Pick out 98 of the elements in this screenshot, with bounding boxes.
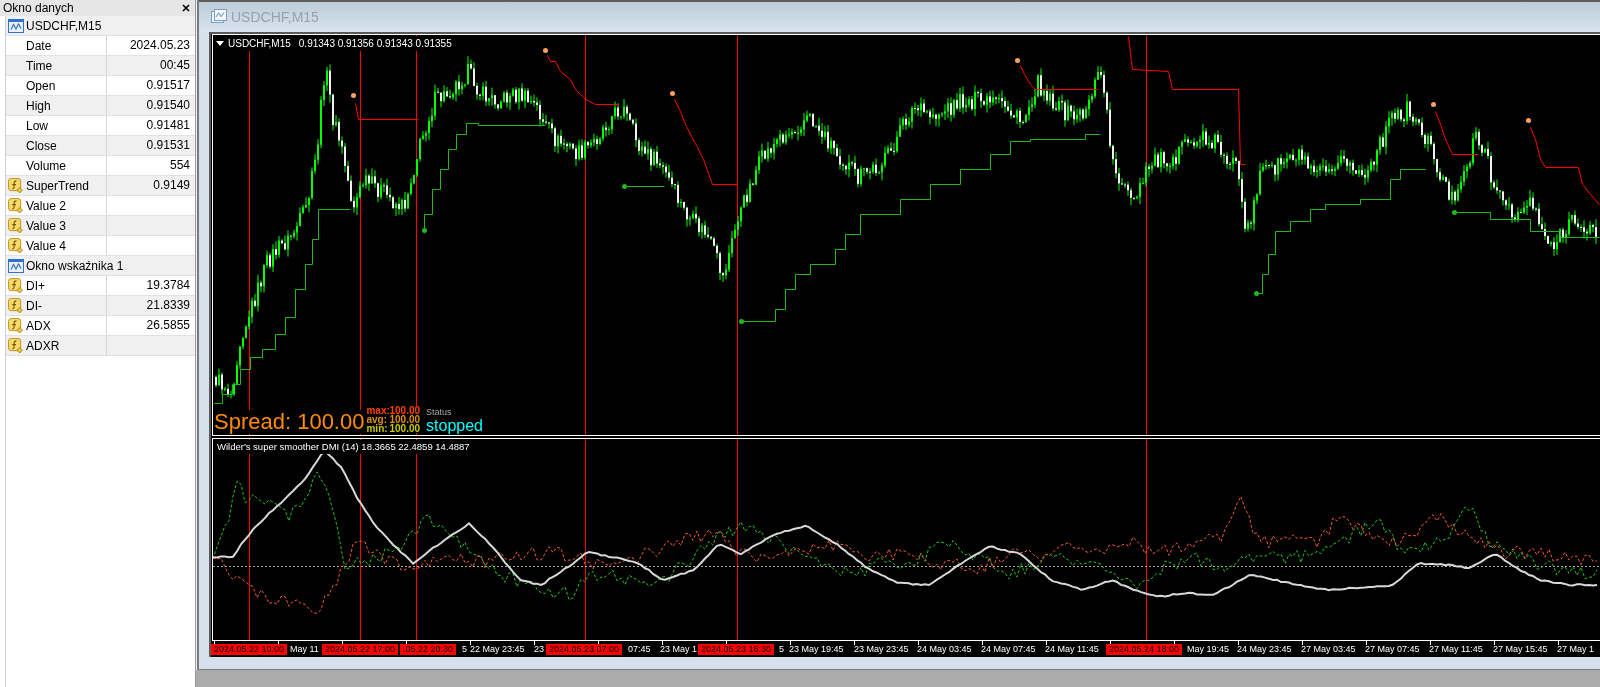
trend-dot-icon [1015,58,1020,63]
supertrend-line [1435,111,1479,155]
time-label: 23 May 23:45 [854,644,909,655]
function-icon [8,298,23,313]
time-label: 5 [779,644,784,655]
status-value: stopped [426,417,483,434]
value-cell: 26.5855 [106,316,195,335]
row-label: ADX [26,317,51,335]
time-label: 27 May 11:45 [1429,644,1483,655]
value-cell: 0.91531 [106,136,195,155]
trend-dot-icon [1526,118,1531,123]
time-marker-label: 2024.05.23 16:30 [698,644,775,655]
trend-dot-icon [422,228,427,233]
stat-value: 100.00 [389,406,421,415]
time-label: 07:45 [628,644,651,655]
row-label: SuperTrend [26,177,89,195]
supertrend-line [624,186,665,187]
price-quotes: 0.91343 0.91356 0.91343 0.91355 [298,36,452,51]
section-title: USDCHF,M15 [26,17,102,35]
trend-dot-icon [543,48,548,53]
time-label: May 11 [290,644,319,655]
chart-section-icon [8,18,24,33]
time-label: 24 May 23:45 [1237,644,1292,655]
panel-title: Okno danych [3,1,74,15]
indicator-title: Wilder's super smoother DMI (14) 18.3665 22.4859 14.4887 [217,440,470,455]
function-icon [8,338,23,353]
time-label: 27 May 07:45 [1365,644,1420,655]
section-header[interactable]: Okno wskaźnika 1 [6,256,195,276]
close-icon [182,4,190,12]
value-cell: 0.91517 [106,76,195,95]
trend-dot-icon [1431,102,1436,107]
trend-dot-icon [670,91,675,96]
trend-dot-icon [351,93,356,98]
time-label: 23 [534,644,544,655]
row-label: Volume [26,157,67,175]
section-header[interactable]: USDCHF,M15 [6,16,195,36]
time-label: 24 May 11:45 [1045,644,1099,655]
time-marker-label: 2024.05.23 07:00 [546,644,623,655]
row-label: Open [26,77,56,95]
trend-dot-icon [1254,291,1259,296]
row-label: ADXR [26,337,60,355]
value-cell: 0.91481 [106,116,195,135]
value-cell: 2024.05.23 [106,36,195,55]
time-marker-label: 2024.05.24 18:00 [1106,644,1183,655]
function-icon [8,198,23,213]
row-label: DI+ [26,277,45,295]
stat-value: 100.00 [389,424,421,433]
row-label: High [26,97,51,115]
time-marker-label: 2024.05.22 17:00 [322,644,399,655]
row-label: Value 3 [26,217,66,235]
time-label: 27 May 03:45 [1301,644,1356,655]
chart-section-icon [8,258,24,273]
function-icon [8,218,23,233]
row-label: DI- [26,297,42,315]
function-icon [8,318,23,333]
row-label: Date [26,37,52,55]
value-cell: 21.8339 [106,296,195,315]
spread-value: Spread: 100.00 [214,410,365,434]
chart-window-icon [211,9,227,25]
row-label: Time [26,57,53,75]
chart-symbol: USDCHF,M15 [228,36,291,51]
row-label: Close [26,137,57,155]
value-cell: 19.3784 [106,276,195,295]
window-title: USDCHF,M15 [231,7,319,27]
time-marker-label: 2024.05.22 10:00 [211,644,288,655]
time-label: 22 May 23:45 [470,644,525,655]
section-title: Okno wskaźnika 1 [26,257,124,275]
row-label: Value 4 [26,237,66,255]
time-label: 27 May 15:45 [1493,644,1548,655]
time-label: May 19:45 [1187,644,1230,655]
status-label: Status [426,407,453,417]
caret-icon[interactable] [216,41,224,46]
function-icon [8,178,23,193]
row-label: Low [26,117,48,135]
time-label: 27 May 1 [1557,644,1595,655]
time-label: 24 May 03:45 [917,644,972,655]
stat-label: max: [366,406,389,415]
trend-dot-icon [1452,210,1457,215]
trend-dot-icon [622,184,627,189]
function-icon [8,278,23,293]
trend-dot-icon [739,319,744,324]
time-label: 23 May 1 [660,644,698,655]
value-cell: 00:45 [106,56,195,75]
function-icon [8,238,23,253]
supertrend-line [547,55,619,105]
close-button[interactable] [180,2,192,14]
time-label: 5 [462,644,467,655]
value-cell: 0.91540 [106,96,195,115]
time-label: 23 May 19:45 [789,644,844,655]
value-cell: 0.9149 [106,176,195,195]
supertrend-line [355,103,419,120]
stat-value: 100.00 [389,415,421,424]
value-cell: 554 [106,156,195,175]
stat-label: min: [366,424,389,433]
time-marker-label: .05.22 20:30 [400,644,457,655]
time-label: 24 May 07:45 [981,644,1036,655]
stat-label: avg: [366,415,388,424]
row-label: Value 2 [26,197,66,215]
